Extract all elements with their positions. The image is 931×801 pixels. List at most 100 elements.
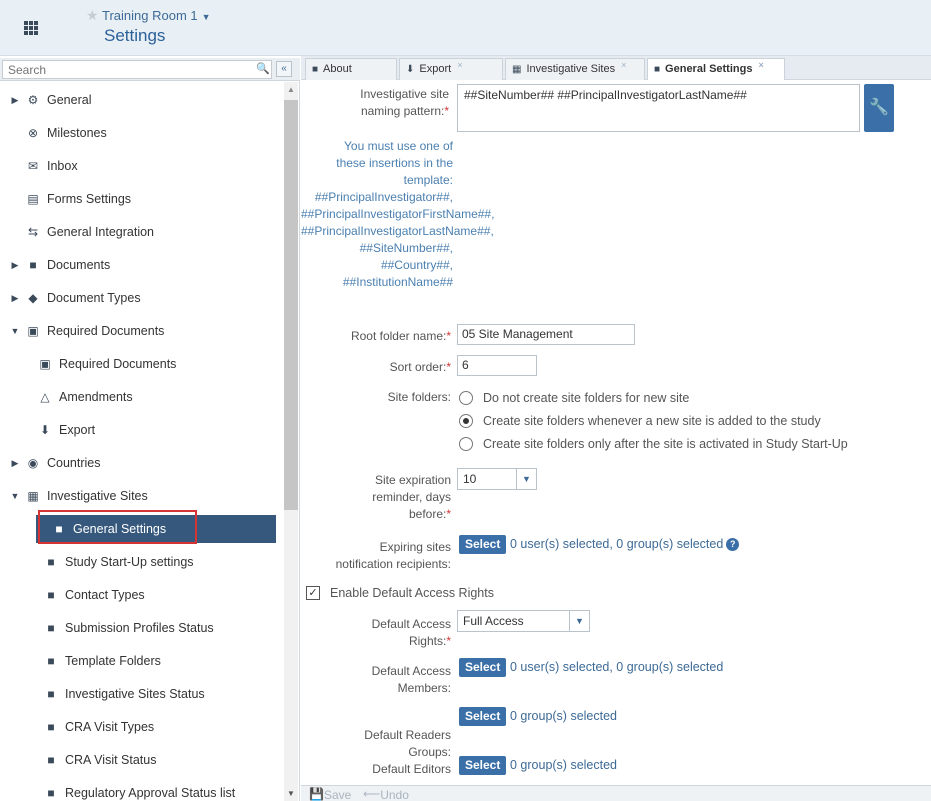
sidebar-item[interactable]: ■ Regulatory Approval Status list bbox=[0, 779, 283, 801]
naming-pattern-field[interactable]: ##SiteNumber## ##PrincipalInvestigatorLa… bbox=[457, 84, 860, 132]
sidebar-item[interactable]: ▼ ▦ Investigative Sites bbox=[0, 482, 283, 510]
close-icon[interactable]: × bbox=[457, 60, 462, 70]
save-button[interactable]: 💾 Save bbox=[309, 787, 351, 801]
document-icon: ■ bbox=[47, 687, 55, 701]
access-rights-select[interactable]: Full Access ▼ bbox=[457, 610, 590, 632]
scroll-thumb[interactable] bbox=[284, 100, 298, 510]
sidebar-item[interactable]: ▤ Forms Settings bbox=[0, 185, 283, 213]
expiration-days-select[interactable]: 10 ▼ bbox=[457, 468, 537, 490]
sidebar-scrollbar[interactable]: ▲ ▼ bbox=[284, 82, 298, 801]
sidebar-item-label: Template Folders bbox=[65, 654, 161, 668]
scroll-up-icon[interactable]: ▲ bbox=[287, 85, 295, 94]
caret-right-icon[interactable]: ▶ bbox=[10, 95, 20, 106]
sidebar-item[interactable]: ▼ ▣ Required Documents bbox=[0, 317, 283, 345]
sidebar-item[interactable]: ■ Contact Types bbox=[0, 581, 283, 609]
caret-right-icon[interactable]: ▶ bbox=[10, 293, 20, 304]
sidebar-item[interactable]: ■ Study Start-Up settings bbox=[0, 548, 283, 576]
document-icon: ■ bbox=[312, 64, 319, 75]
caret-right-icon[interactable]: ▶ bbox=[10, 260, 20, 271]
site-expiration-label: Site expiration reminder, days before:* bbox=[372, 473, 451, 521]
enable-rights-checkbox[interactable]: ✓ bbox=[306, 586, 320, 600]
select-editors-button[interactable]: Select bbox=[459, 756, 507, 775]
sidebar-item[interactable]: ⊗ Milestones bbox=[0, 119, 283, 147]
caret-down-icon[interactable]: ▼ bbox=[10, 326, 20, 336]
sidebar-item-label: Milestones bbox=[47, 126, 107, 140]
radio-label: Create site folders whenever a new site … bbox=[483, 414, 821, 428]
sidebar-item[interactable]: ▶ ⚙ General bbox=[0, 86, 283, 114]
sidebar-item-label: Regulatory Approval Status list bbox=[65, 786, 236, 800]
editors-groups-label: Default Editors bbox=[372, 762, 451, 776]
document-icon: ■ bbox=[29, 258, 37, 272]
expiring-recipients-label: Expiring sites notification recipients: bbox=[335, 540, 451, 571]
sidebar-item-label: Document Types bbox=[47, 291, 141, 305]
sidebar-item[interactable]: ▶ ■ Documents bbox=[0, 251, 283, 279]
sidebar-item-label: Investigative Sites bbox=[47, 489, 148, 503]
select-recipients-button[interactable]: Select bbox=[459, 535, 507, 554]
root-folder-input[interactable]: 05 Site Management bbox=[457, 324, 635, 345]
sidebar-item[interactable]: ▶ ◉ Countries bbox=[0, 449, 283, 477]
gears-icon: ⚙ bbox=[27, 93, 39, 107]
sidebar-item[interactable]: ▶ ◆ Document Types bbox=[0, 284, 283, 312]
site-folder-option[interactable]: Create site folders whenever a new site … bbox=[459, 412, 821, 430]
select-value: Full Access bbox=[463, 614, 524, 628]
search-input[interactable] bbox=[2, 60, 272, 79]
sidebar-item[interactable]: ■ General Settings bbox=[36, 515, 276, 543]
sidebar-item-label: General bbox=[47, 93, 92, 107]
close-icon[interactable]: × bbox=[621, 60, 626, 70]
sidebar-item[interactable]: ■ CRA Visit Types bbox=[0, 713, 283, 741]
sidebar-item[interactable]: ▣ Required Documents bbox=[0, 350, 283, 378]
site-folder-option[interactable]: Do not create site folders for new site bbox=[459, 389, 689, 407]
room-selector[interactable]: Training Room 1 ▼ bbox=[102, 8, 211, 23]
tab-export[interactable]: ⬇ Export × bbox=[399, 58, 503, 80]
editors-selection: 0 group(s) selected bbox=[510, 758, 618, 772]
enable-default-rights-row[interactable]: ✓ Enable Default Access Rights bbox=[306, 586, 494, 600]
sites-icon: ▦ bbox=[512, 64, 522, 75]
sidebar-item[interactable]: △ Amendments bbox=[0, 383, 283, 411]
hint-line: ##PrincipalInvestigatorFirstName##, bbox=[301, 207, 495, 221]
sidebar-item[interactable]: ⬇ Export bbox=[0, 416, 283, 444]
sort-order-input[interactable]: 6 bbox=[457, 355, 537, 376]
site-folder-option[interactable]: Create site folders only after the site … bbox=[459, 435, 848, 453]
help-icon[interactable]: ? bbox=[726, 538, 740, 552]
clipboard-icon: ▣ bbox=[27, 324, 39, 338]
chevron-down-icon: ▼ bbox=[569, 611, 589, 631]
radio-button[interactable] bbox=[459, 391, 473, 405]
access-members-label: Default Access Members: bbox=[371, 664, 451, 695]
hint-line: ##PrincipalInvestigator##, bbox=[314, 190, 453, 204]
favorite-star-icon[interactable]: ★ bbox=[86, 7, 99, 24]
radio-button[interactable] bbox=[459, 437, 473, 451]
sidebar-item[interactable]: ✉ Inbox bbox=[0, 152, 283, 180]
milestones-icon: ⊗ bbox=[27, 126, 39, 140]
wrench-icon[interactable]: 🔧 bbox=[864, 84, 894, 132]
caret-down-icon[interactable]: ▼ bbox=[10, 491, 20, 501]
collapse-sidebar-button[interactable]: « bbox=[276, 61, 292, 77]
tab-about[interactable]: ■ About bbox=[305, 58, 397, 80]
search-bar: 🔍 « bbox=[0, 58, 300, 81]
sidebar-item-label: General Settings bbox=[73, 522, 167, 536]
app-header: ★ Training Room 1 ▼ Settings bbox=[0, 0, 931, 56]
document-icon: ■ bbox=[47, 555, 55, 569]
naming-pattern-label: Investigative site naming pattern:* bbox=[360, 87, 449, 118]
form-icon: ▤ bbox=[27, 192, 39, 206]
clipboard-icon: ▣ bbox=[39, 357, 51, 371]
scroll-down-icon[interactable]: ▼ bbox=[287, 789, 295, 798]
search-icon[interactable]: 🔍 bbox=[256, 62, 270, 76]
select-readers-button[interactable]: Select bbox=[459, 707, 507, 726]
naming-pattern-hint: You must use one of these insertions in t… bbox=[301, 138, 495, 291]
sidebar-item[interactable]: ■ Submission Profiles Status bbox=[0, 614, 283, 642]
tab-investigative-sites[interactable]: ▦ Investigative Sites × bbox=[505, 58, 645, 80]
radio-button[interactable] bbox=[459, 414, 473, 428]
radio-label: Create site folders only after the site … bbox=[483, 437, 848, 451]
sidebar-item-label: Submission Profiles Status bbox=[65, 621, 214, 635]
select-access-members-button[interactable]: Select bbox=[459, 658, 507, 677]
sidebar-item[interactable]: ■ Investigative Sites Status bbox=[0, 680, 283, 708]
undo-button[interactable]: ⟵ Undo bbox=[363, 787, 409, 801]
caret-right-icon[interactable]: ▶ bbox=[10, 458, 20, 469]
sidebar-item[interactable]: ⇆ General Integration bbox=[0, 218, 283, 246]
sidebar-item-label: Contact Types bbox=[65, 588, 145, 602]
sidebar-item[interactable]: ■ Template Folders bbox=[0, 647, 283, 675]
sidebar-item[interactable]: ■ CRA Visit Status bbox=[0, 746, 283, 774]
close-icon[interactable]: × bbox=[758, 60, 763, 70]
tab-general-settings[interactable]: ■ General Settings × bbox=[647, 58, 785, 80]
app-menu-icon[interactable] bbox=[24, 21, 38, 35]
